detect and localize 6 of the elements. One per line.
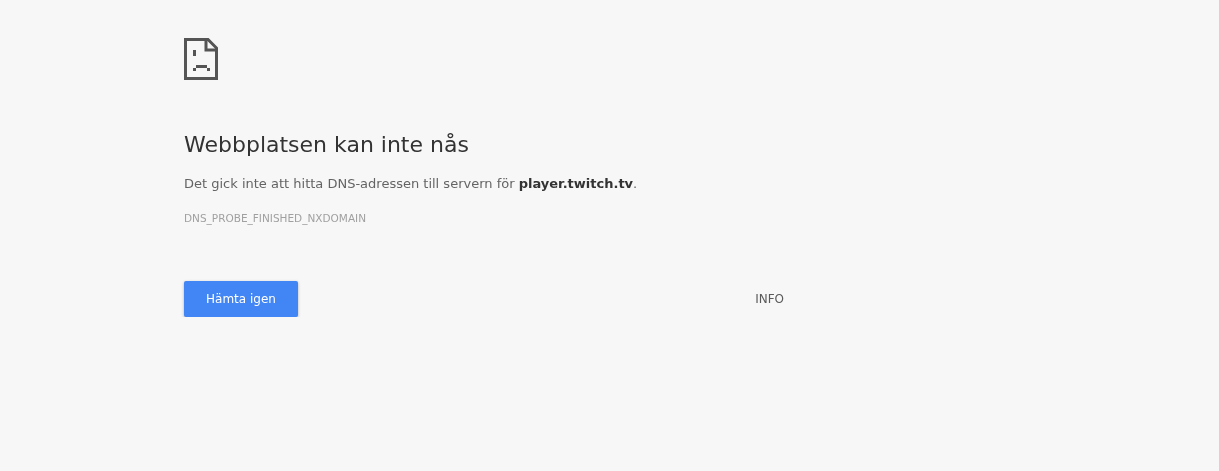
sad-page-icon [184, 38, 218, 80]
error-heading: Webbplatsen kan inte nås [184, 131, 470, 159]
details-button[interactable]: INFO [755, 288, 784, 310]
reload-button[interactable]: Hämta igen [184, 281, 298, 317]
error-message: Det gick inte att hitta DNS-adressen till servern för player.twitch.tv. [184, 175, 639, 193]
error-code: DNS_PROBE_FINISHED_NXDOMAIN [184, 212, 368, 224]
